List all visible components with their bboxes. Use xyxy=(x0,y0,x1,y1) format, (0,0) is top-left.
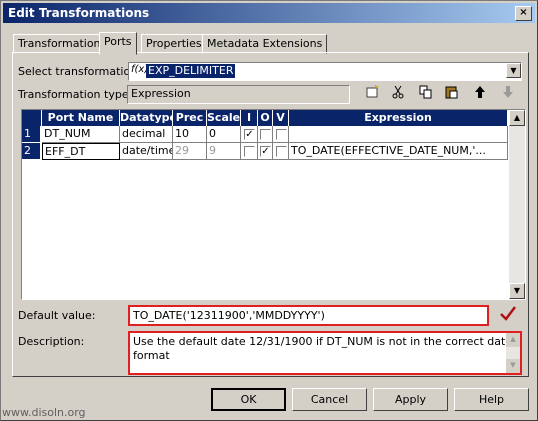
header-output[interactable]: O xyxy=(258,110,273,126)
validate-checkmark-icon[interactable] xyxy=(498,304,518,324)
output-checkbox[interactable] xyxy=(260,129,271,140)
transformation-type-label: Transformation type: xyxy=(18,88,133,101)
ok-button[interactable]: OK xyxy=(211,388,286,411)
scroll-down-icon[interactable]: ▼ xyxy=(506,359,520,373)
edit-transformations-dialog: Edit Transformations × Transformation Po… xyxy=(0,0,538,421)
tab-transformation[interactable]: Transformation xyxy=(13,34,106,54)
header-variable[interactable]: V xyxy=(273,110,289,126)
select-transformation-combo[interactable]: f(x) EXP_DELIMITER ▼ xyxy=(128,62,522,81)
dialog-title: Edit Transformations xyxy=(8,6,150,20)
move-up-icon[interactable] xyxy=(471,85,489,103)
scroll-up-icon[interactable]: ▲ xyxy=(506,333,520,347)
copy-icon[interactable] xyxy=(417,85,435,103)
close-button[interactable]: × xyxy=(515,6,532,21)
variable-checkbox[interactable] xyxy=(276,129,287,140)
transformation-type-field: Expression xyxy=(127,85,350,104)
title-bar: Edit Transformations × xyxy=(3,3,535,23)
prec-cell[interactable]: 10 xyxy=(173,126,207,143)
scroll-up-icon[interactable]: ▲ xyxy=(509,110,525,126)
cancel-button[interactable]: Cancel xyxy=(292,388,367,411)
watermark-text: www.disoln.org xyxy=(2,406,86,419)
header-scale[interactable]: Scale xyxy=(207,110,241,126)
scroll-down-icon[interactable]: ▼ xyxy=(509,283,525,299)
port-name-cell[interactable]: EFF_DT xyxy=(42,143,120,160)
default-value-label: Default value: xyxy=(18,309,96,322)
apply-button[interactable]: Apply xyxy=(373,388,448,411)
description-scrollbar[interactable]: ▲ ▼ xyxy=(506,333,520,373)
port-name-cell[interactable]: DT_NUM xyxy=(42,126,120,143)
header-input[interactable]: I xyxy=(241,110,258,126)
ports-grid[interactable]: Port Name Datatype Prec Scale I O V Expr… xyxy=(21,109,526,300)
dropdown-arrow-icon[interactable]: ▼ xyxy=(506,63,521,78)
paste-icon[interactable] xyxy=(443,85,461,103)
cut-icon[interactable] xyxy=(389,85,407,103)
scale-cell[interactable]: 0 xyxy=(207,126,241,143)
grid-corner xyxy=(22,110,42,126)
header-prec[interactable]: Prec xyxy=(173,110,207,126)
prec-cell[interactable]: 29 xyxy=(173,143,207,160)
description-field[interactable]: Use the default date 12/31/1900 if DT_NU… xyxy=(128,331,522,375)
new-port-icon[interactable] xyxy=(363,84,381,103)
description-text: Use the default date 12/31/1900 if DT_NU… xyxy=(133,335,513,362)
input-checkbox[interactable]: ✓ xyxy=(244,129,255,140)
default-value-field[interactable]: TO_DATE('12311900','MMDDYYYY') xyxy=(128,305,489,326)
description-label: Description: xyxy=(18,335,85,348)
expression-cell[interactable] xyxy=(289,126,508,143)
header-port-name[interactable]: Port Name xyxy=(42,110,120,126)
tab-metadata-extensions[interactable]: Metadata Extensions xyxy=(202,34,328,54)
variable-checkbox[interactable] xyxy=(276,146,287,157)
row-number[interactable]: 2 xyxy=(22,143,40,160)
grid-vertical-scrollbar[interactable]: ▲ ▼ xyxy=(509,110,525,299)
tab-ports[interactable]: Ports xyxy=(99,32,137,55)
output-checkbox[interactable]: ✓ xyxy=(260,146,271,157)
tab-properties[interactable]: Properties xyxy=(141,34,207,54)
datatype-cell[interactable]: decimal xyxy=(120,126,173,143)
scale-cell[interactable]: 9 xyxy=(207,143,241,160)
datatype-cell[interactable]: date/time xyxy=(120,143,173,160)
row-number[interactable]: 1 xyxy=(22,126,40,143)
select-transformation-label: Select transformation: xyxy=(18,65,141,78)
expression-cell[interactable]: TO_DATE(EFFECTIVE_DATE_NUM,'... xyxy=(289,143,508,160)
move-down-icon xyxy=(499,85,517,103)
help-button[interactable]: Help xyxy=(454,388,529,411)
selected-transformation: EXP_DELIMITER xyxy=(146,64,236,78)
input-checkbox[interactable] xyxy=(244,146,255,157)
header-expression[interactable]: Expression xyxy=(289,110,508,126)
header-datatype[interactable]: Datatype xyxy=(120,110,177,126)
